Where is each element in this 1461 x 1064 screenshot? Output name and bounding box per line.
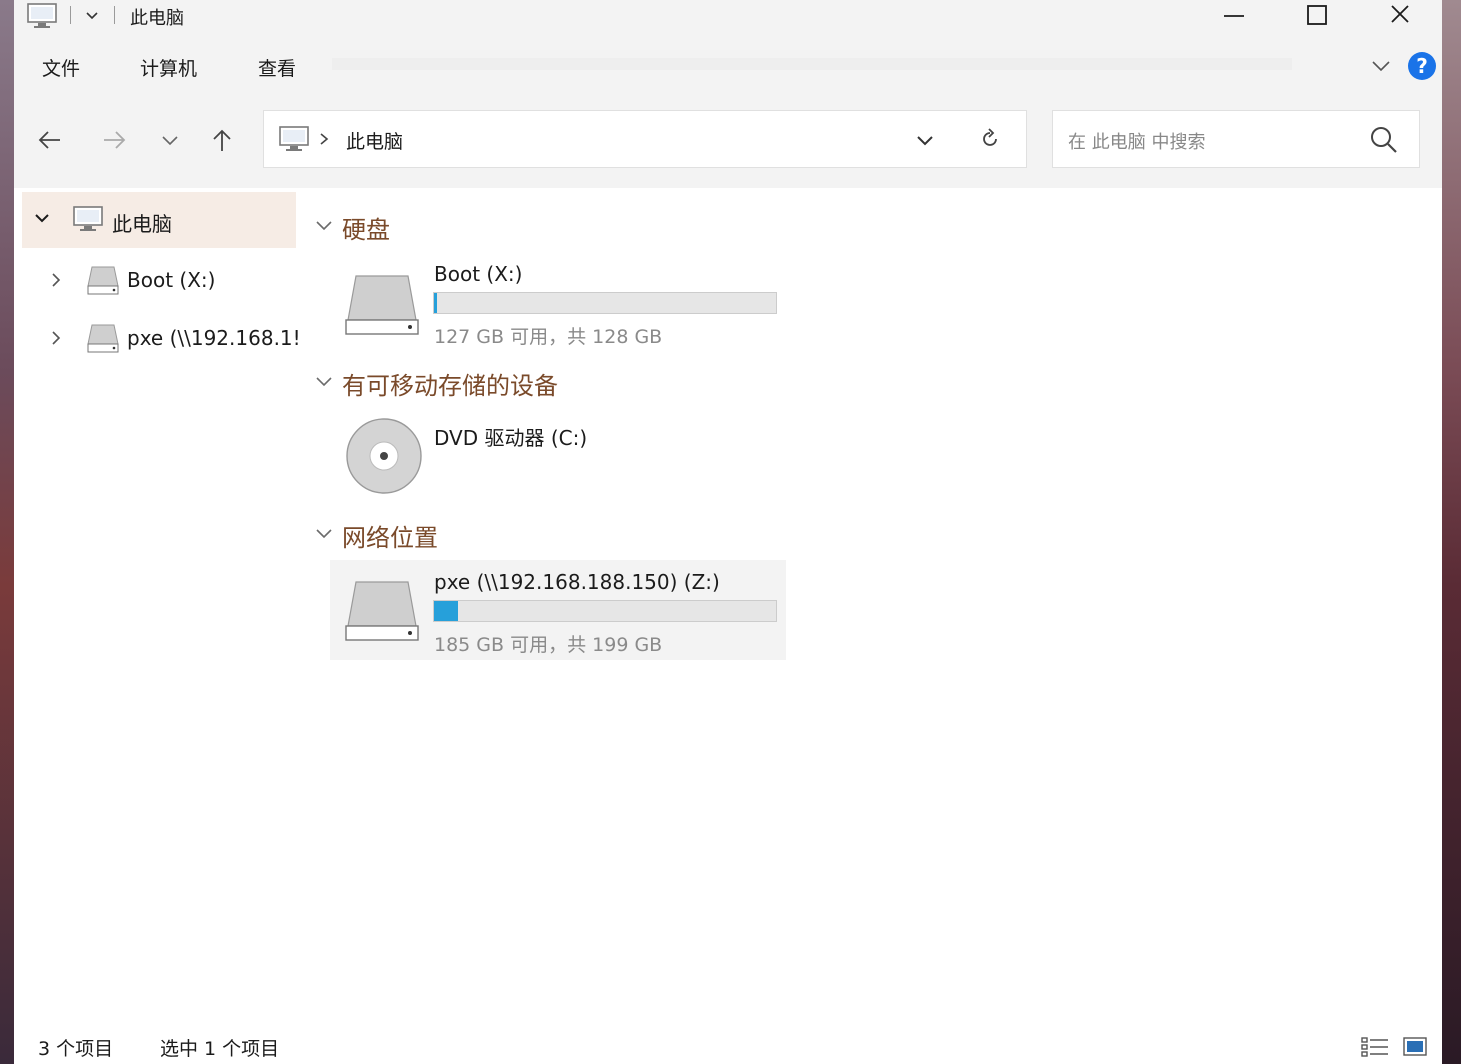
address-bar[interactable]: 此电脑 bbox=[263, 110, 1027, 168]
drive-icon bbox=[342, 270, 422, 344]
chevron-down-icon[interactable] bbox=[34, 210, 50, 230]
computer-icon bbox=[278, 125, 310, 157]
file-explorer-window: 此电脑 文件 计算机 查看 ? 此电脑 在 此电脑 中搜索 此电脑 Boot (… bbox=[14, 0, 1442, 1064]
details-view-icon[interactable] bbox=[1360, 1036, 1390, 1062]
chevron-right-icon[interactable] bbox=[50, 329, 62, 351]
network-drive-icon bbox=[86, 322, 120, 358]
tree-label: pxe (\\192.168.1! bbox=[127, 326, 301, 350]
ribbon-divider bbox=[332, 58, 1292, 70]
tree-label: 此电脑 bbox=[112, 212, 172, 236]
usage-bar bbox=[433, 292, 777, 314]
search-input[interactable]: 在 此电脑 中搜索 bbox=[1052, 110, 1420, 168]
ribbon-expand-icon[interactable] bbox=[1370, 58, 1392, 78]
large-icons-view-icon[interactable] bbox=[1402, 1036, 1428, 1062]
drive-name: DVD 驱动器 (C:) bbox=[434, 426, 588, 450]
tree-item-boot[interactable]: Boot (X:) bbox=[14, 252, 302, 308]
help-button[interactable]: ? bbox=[1408, 52, 1436, 80]
tab-computer[interactable]: 计算机 bbox=[140, 54, 197, 81]
minimize-button[interactable] bbox=[1204, 0, 1264, 34]
tree-label: Boot (X:) bbox=[127, 268, 216, 292]
chevron-down-icon[interactable] bbox=[314, 218, 334, 238]
back-button[interactable] bbox=[32, 122, 68, 158]
chevron-down-icon[interactable] bbox=[314, 374, 334, 394]
window-title: 此电脑 bbox=[130, 8, 184, 29]
content-pane: 硬盘 Boot (X:) 127 GB 可用，共 128 GB 有可移动存储的设… bbox=[310, 188, 1442, 1008]
usage-bar-fill bbox=[434, 601, 458, 621]
drive-space: 127 GB 可用，共 128 GB bbox=[434, 326, 663, 348]
recent-locations-button[interactable] bbox=[152, 122, 188, 158]
tab-file[interactable]: 文件 bbox=[42, 54, 80, 81]
usage-bar bbox=[433, 600, 777, 622]
group-header-removable[interactable]: 有可移动存储的设备 bbox=[342, 366, 558, 401]
search-placeholder: 在 此电脑 中搜索 bbox=[1068, 132, 1206, 153]
separator bbox=[70, 6, 71, 24]
chevron-down-icon[interactable] bbox=[314, 526, 334, 546]
tree-item-pxe[interactable]: pxe (\\192.168.1! bbox=[14, 310, 302, 366]
breadcrumb-chevron-icon[interactable] bbox=[318, 131, 330, 151]
drive-item-dvd[interactable]: DVD 驱动器 (C:) bbox=[330, 412, 786, 512]
computer-icon bbox=[26, 2, 58, 34]
navigation-pane: 此电脑 Boot (X:) pxe (\\192.168.1! bbox=[14, 188, 302, 1008]
up-button[interactable] bbox=[204, 122, 240, 158]
chevron-right-icon[interactable] bbox=[50, 271, 62, 293]
drive-space: 185 GB 可用，共 199 GB bbox=[434, 634, 663, 656]
item-count: 3 个项目 bbox=[38, 1038, 114, 1060]
refresh-icon[interactable] bbox=[978, 127, 1002, 155]
group-header-hard-drives[interactable]: 硬盘 bbox=[342, 210, 390, 245]
ribbon: 文件 计算机 查看 ? bbox=[14, 34, 1442, 94]
drive-name: pxe (\\192.168.188.150) (Z:) bbox=[434, 570, 720, 594]
network-drive-icon bbox=[342, 576, 422, 650]
title-bar: 此电脑 bbox=[14, 0, 1442, 34]
drive-name: Boot (X:) bbox=[434, 262, 523, 286]
tab-view[interactable]: 查看 bbox=[258, 54, 296, 81]
breadcrumb[interactable]: 此电脑 bbox=[346, 127, 403, 154]
group-header-network[interactable]: 网络位置 bbox=[342, 518, 438, 553]
navigation-bar: 此电脑 在 此电脑 中搜索 bbox=[14, 94, 1442, 188]
quick-access-dropdown-icon[interactable] bbox=[84, 8, 100, 28]
desktop-background-right bbox=[1441, 0, 1461, 1064]
tree-item-this-pc[interactable]: 此电脑 bbox=[14, 192, 302, 248]
computer-icon bbox=[72, 205, 104, 237]
dvd-icon bbox=[344, 416, 424, 500]
usage-bar-fill bbox=[434, 293, 437, 313]
search-icon[interactable] bbox=[1369, 125, 1399, 159]
forward-button[interactable] bbox=[96, 122, 132, 158]
drive-item-pxe[interactable]: pxe (\\192.168.188.150) (Z:) 185 GB 可用，共… bbox=[330, 560, 786, 660]
separator bbox=[114, 6, 115, 24]
drive-item-boot[interactable]: Boot (X:) 127 GB 可用，共 128 GB bbox=[330, 252, 786, 352]
close-button[interactable] bbox=[1370, 0, 1430, 34]
drive-icon bbox=[86, 264, 120, 300]
status-bar: 3 个项目 选中 1 个项目 bbox=[14, 1030, 1442, 1064]
maximize-button[interactable] bbox=[1286, 0, 1346, 34]
address-dropdown-icon[interactable] bbox=[914, 131, 936, 153]
selection-count: 选中 1 个项目 bbox=[160, 1038, 280, 1060]
